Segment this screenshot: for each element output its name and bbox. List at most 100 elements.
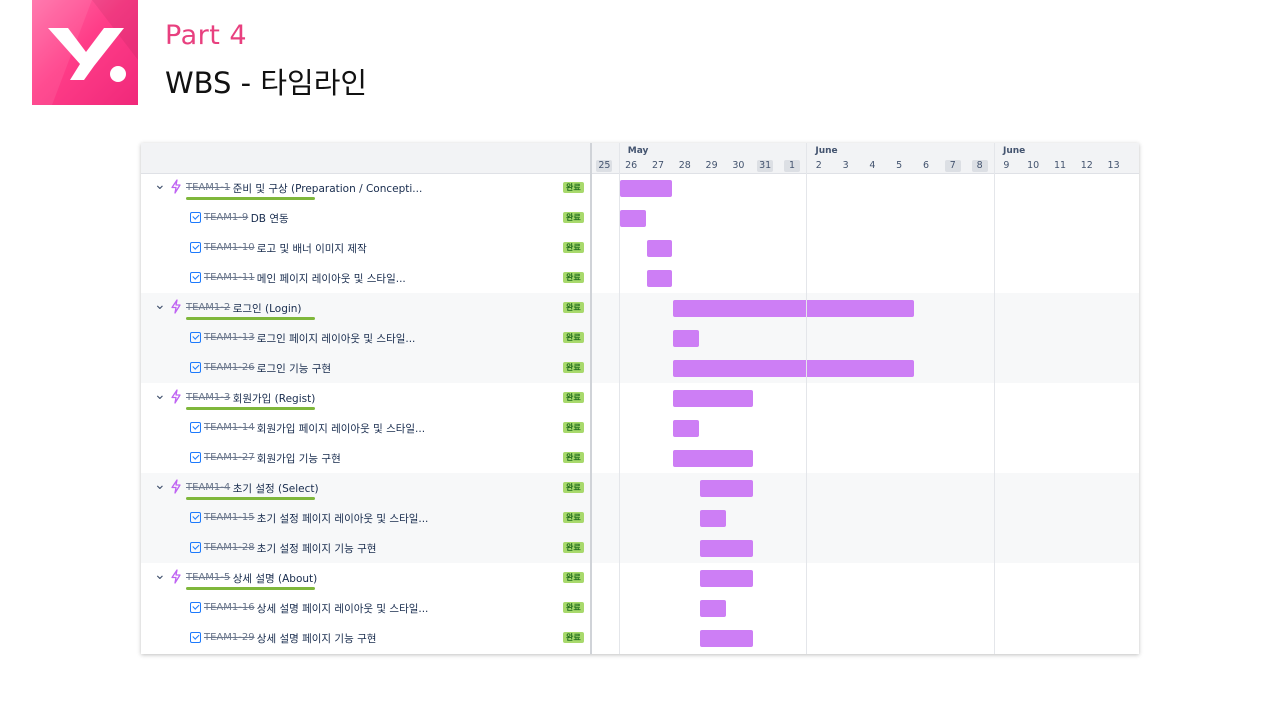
lightning-icon [170,179,182,198]
issue-summary[interactable]: 초기 설정 페이지 레이아웃 및 스타일... [257,511,429,526]
schedule-bar[interactable] [700,510,726,527]
issue-summary[interactable]: 로고 및 배너 이미지 제작 [257,241,367,256]
progress-underline [186,407,315,410]
day-label: 30 [732,160,745,171]
task-row[interactable]: TEAM1-15 초기 설정 페이지 레이아웃 및 스타일... 완료 [141,503,1139,533]
checkbox-icon [190,242,201,253]
issue-summary[interactable]: 메인 페이지 레이아웃 및 스타일... [257,271,406,286]
issue-key[interactable]: TEAM1-10 [204,242,255,253]
checkbox-icon [190,452,201,463]
issue-summary[interactable]: 회원가입 기능 구현 [257,451,341,466]
checkbox-icon [190,632,201,643]
chevron-down-icon[interactable]: ⌄ [154,297,166,313]
day-label: 9 [1003,160,1010,171]
issue-key[interactable]: TEAM1-28 [204,542,255,553]
issue-summary[interactable]: 로그인 페이지 레이아웃 및 스타일... [257,331,416,346]
task-row[interactable]: TEAM1-26 로그인 기능 구현 완료 [141,353,1139,383]
issue-key[interactable]: TEAM1-11 [204,272,255,283]
status-badge: 완료 [563,512,584,523]
schedule-bar[interactable] [673,300,914,317]
day-label: 31 [757,160,774,172]
checkbox-icon [190,272,201,283]
task-row[interactable]: TEAM1-14 회원가입 페이지 레이아웃 및 스타일... 완료 [141,413,1139,443]
task-row[interactable]: TEAM1-9 DB 연동 완료 [141,203,1139,233]
progress-underline [186,497,315,500]
issue-key[interactable]: TEAM1-9 [204,212,248,223]
issue-key[interactable]: TEAM1-14 [204,422,255,433]
schedule-bar[interactable] [700,600,726,617]
status-badge: 완료 [563,392,584,403]
task-row[interactable]: TEAM1-10 로고 및 배너 이미지 제작 완료 [141,233,1139,263]
task-row[interactable]: TEAM1-16 상세 설명 페이지 레이아웃 및 스타일... 완료 [141,593,1139,623]
issue-summary[interactable]: 로그인 기능 구현 [257,361,331,376]
logo [32,0,138,105]
epic-row[interactable]: ⌄ TEAM1-1 준비 및 구상 (Preparation / Concepti.… [141,173,1139,203]
schedule-bar[interactable] [646,270,673,287]
day-label: 25 [596,160,613,172]
schedule-bar[interactable] [700,570,753,587]
issue-column-header [141,143,592,173]
epic-row[interactable]: ⌄ TEAM1-4 초기 설정 (Select) 완료 [141,473,1139,503]
status-badge: 완료 [563,452,584,463]
checkbox-icon [190,362,201,373]
month-separator [618,143,620,654]
day-label: 6 [922,160,930,171]
checkbox-icon [190,602,201,613]
issue-summary[interactable]: 초기 설정 (Select) [233,481,319,496]
schedule-bar[interactable] [673,360,914,377]
issue-key[interactable]: TEAM1-29 [204,632,255,643]
issue-key[interactable]: TEAM1-16 [204,602,255,613]
issue-key[interactable]: TEAM1-5 [186,572,230,583]
issue-key[interactable]: TEAM1-13 [204,332,255,343]
schedule-bar[interactable] [700,480,753,497]
epic-row[interactable]: ⌄ TEAM1-5 상세 설명 (About) 완료 [141,563,1139,593]
issue-key[interactable]: TEAM1-4 [186,482,230,493]
schedule-bar[interactable] [619,180,673,197]
issue-summary[interactable]: 초기 설정 페이지 기능 구현 [257,541,377,556]
status-badge: 완료 [563,212,584,223]
panel-divider[interactable] [590,143,592,654]
chevron-down-icon[interactable]: ⌄ [154,477,166,493]
schedule-bar[interactable] [673,330,700,347]
issue-key[interactable]: TEAM1-2 [186,302,230,313]
chevron-down-icon[interactable]: ⌄ [154,387,166,403]
issue-summary[interactable]: 준비 및 구상 (Preparation / Concepti... [233,181,423,196]
issue-key[interactable]: TEAM1-15 [204,512,255,523]
status-badge: 완료 [563,362,584,373]
issue-key[interactable]: TEAM1-1 [186,182,230,193]
status-badge: 완료 [563,482,584,493]
day-label: 8 [971,160,988,172]
task-row[interactable]: TEAM1-28 초기 설정 페이지 기능 구현 완료 [141,533,1139,563]
month-label: May [627,146,649,156]
schedule-bar[interactable] [673,420,700,437]
task-row[interactable]: TEAM1-27 회원가입 기능 구현 완료 [141,443,1139,473]
issue-summary[interactable]: 로그인 (Login) [233,301,302,316]
epic-row[interactable]: ⌄ TEAM1-2 로그인 (Login) 완료 [141,293,1139,323]
issue-summary[interactable]: 회원가입 (Regist) [233,391,316,406]
day-label: 3 [842,160,849,171]
task-row[interactable]: TEAM1-13 로그인 페이지 레이아웃 및 스타일... 완료 [141,323,1139,353]
issue-key[interactable]: TEAM1-26 [204,362,255,373]
issue-key[interactable]: TEAM1-27 [204,452,255,463]
schedule-bar[interactable] [700,540,753,557]
issue-key[interactable]: TEAM1-3 [186,392,230,403]
chevron-down-icon[interactable]: ⌄ [154,567,166,583]
epic-row[interactable]: ⌄ TEAM1-3 회원가입 (Regist) 완료 [141,383,1139,413]
issue-summary[interactable]: DB 연동 [251,211,289,226]
status-badge: 완료 [563,632,584,643]
schedule-bar[interactable] [646,240,673,257]
timeline-panel: ⌄ TEAM1-1 준비 및 구상 (Preparation / Concepti.… [141,143,1139,654]
issue-summary[interactable]: 상세 설명 페이지 레이아웃 및 스타일... [257,601,429,616]
schedule-bar[interactable] [673,450,753,467]
schedule-bar[interactable] [619,210,646,227]
issue-summary[interactable]: 회원가입 페이지 레이아웃 및 스타일... [257,421,425,436]
issue-summary[interactable]: 상세 설명 페이지 기능 구현 [257,631,377,646]
progress-underline [186,197,315,200]
day-label: 10 [1027,160,1040,171]
issue-summary[interactable]: 상세 설명 (About) [233,571,318,586]
task-row[interactable]: TEAM1-11 메인 페이지 레이아웃 및 스타일... 완료 [141,263,1139,293]
schedule-bar[interactable] [700,630,753,647]
chevron-down-icon[interactable]: ⌄ [154,177,166,193]
task-row[interactable]: TEAM1-29 상세 설명 페이지 기능 구현 완료 [141,623,1139,653]
schedule-bar[interactable] [673,390,753,407]
